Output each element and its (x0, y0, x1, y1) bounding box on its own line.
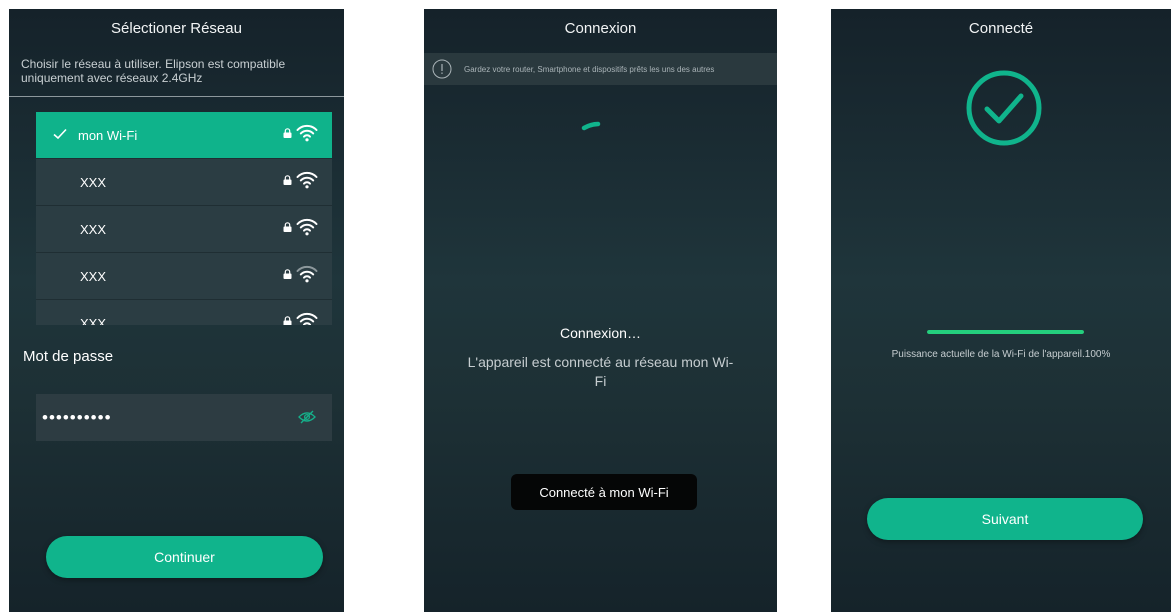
page-title: Connecté (968, 19, 1034, 37)
wifi-icon (296, 171, 318, 189)
wifi-name: XXX (80, 174, 107, 190)
page-title: Connexion (564, 19, 637, 37)
page-title: Sélectioner Réseau (111, 19, 242, 37)
eye-icon[interactable] (298, 409, 316, 425)
connection-status-message: L'appareil est connecté au réseau mon Wi… (467, 354, 734, 389)
toast-message: Connecté à mon Wi-Fi (511, 474, 697, 510)
connected-screen: Connecté Puissance actuelle de la Wi-Fi … (831, 9, 1171, 612)
wifi-item[interactable]: XXX (36, 159, 332, 206)
wifi-name: mon Wi-Fi (78, 127, 138, 143)
connection-status-title: Connexion… (560, 325, 641, 341)
spinner-icon (581, 121, 601, 131)
success-check-icon (966, 70, 1042, 146)
wifi-icon (296, 218, 318, 236)
info-icon (432, 59, 452, 79)
lock-icon (283, 269, 292, 279)
select-network-screen: Sélectioner Réseau Choisir le réseau à u… (9, 9, 344, 612)
continue-button[interactable]: Continuer (46, 536, 323, 578)
wifi-network-list[interactable]: mon Wi-Fi XXX XXX XXX XXX (36, 112, 332, 325)
wifi-name: XXX (80, 315, 107, 326)
lock-icon (283, 175, 292, 185)
password-field[interactable]: •••••••••• (36, 394, 332, 441)
next-button[interactable]: Suivant (867, 498, 1143, 540)
connecting-screen: Connexion Gardez votre router, Smartphon… (424, 9, 777, 612)
wifi-icon (296, 312, 318, 325)
wifi-name: XXX (80, 221, 107, 237)
lock-icon (283, 128, 292, 138)
wifi-item[interactable]: XXX (36, 253, 332, 300)
wifi-strength-fill (927, 330, 1084, 334)
notice-bar: Gardez votre router, Smartphone et dispo… (424, 53, 777, 85)
divider (9, 96, 344, 97)
checkmark-icon (53, 128, 67, 140)
wifi-icon (296, 124, 318, 142)
lock-icon (283, 316, 292, 325)
wifi-item[interactable]: XXX (36, 206, 332, 253)
wifi-strength-bar (927, 330, 1084, 334)
password-value: •••••••••• (42, 407, 112, 427)
wifi-strength-text: Puissance actuelle de la Wi-Fi de l'appa… (891, 349, 1111, 360)
notice-text: Gardez votre router, Smartphone et dispo… (464, 65, 715, 74)
wifi-item-selected[interactable]: mon Wi-Fi (36, 112, 332, 159)
network-description: Choisir le réseau à utiliser. Elipson es… (21, 57, 286, 85)
wifi-item[interactable]: XXX (36, 300, 332, 325)
password-label: Mot de passe (23, 348, 114, 365)
wifi-icon (296, 265, 318, 283)
lock-icon (283, 222, 292, 232)
wifi-name: XXX (80, 268, 107, 284)
